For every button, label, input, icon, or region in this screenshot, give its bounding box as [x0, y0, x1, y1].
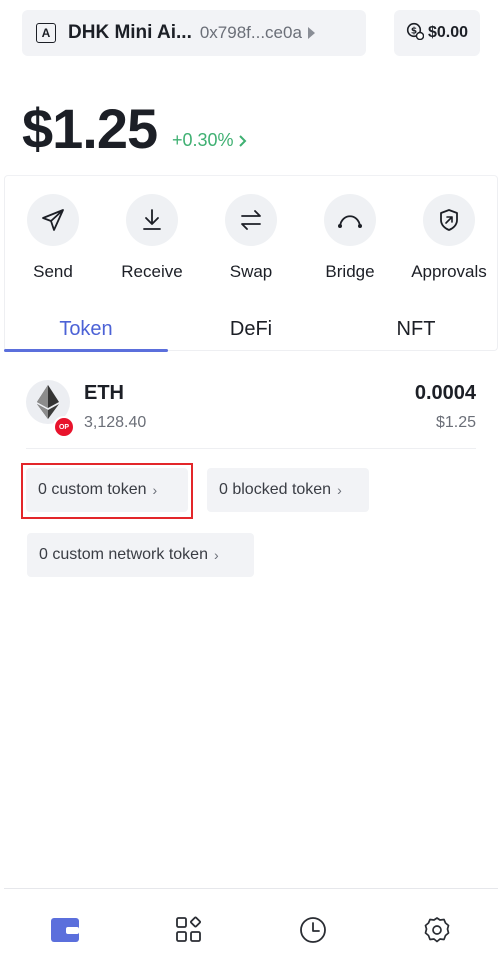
nav-apps[interactable]: [169, 910, 209, 950]
nav-divider: [4, 888, 498, 889]
token-row-eth[interactable]: OP ETH 3,128.40 0.0004 $1.25: [22, 376, 480, 440]
blocked-token-label: 0 blocked token: [219, 481, 332, 498]
approvals-button[interactable]: Approvals: [399, 194, 499, 282]
token-usd-value: $1.25: [435, 414, 476, 431]
custom-network-token-button[interactable]: 0 custom network token ›: [27, 533, 254, 577]
total-balance: $1.25: [22, 97, 158, 160]
account-address: 0x798f...ce0a: [199, 23, 302, 42]
chevron-right-icon: ›: [337, 482, 342, 498]
gas-balance-button[interactable]: $ $0.00: [394, 10, 480, 56]
asset-tabs: Token DeFi NFT: [4, 306, 498, 352]
bottom-nav: [0, 904, 500, 956]
gas-coin-icon: $: [406, 22, 425, 45]
approvals-label: Approvals: [411, 262, 487, 281]
wallet-icon: [51, 918, 79, 942]
highlight-box: [21, 463, 193, 519]
gas-balance-value: $0.00: [427, 24, 469, 41]
tab-nft[interactable]: NFT: [334, 306, 498, 352]
active-tab-indicator: [4, 349, 168, 352]
account-avatar: A: [36, 23, 56, 43]
bridge-button[interactable]: Bridge: [300, 194, 400, 282]
bridge-icon: [324, 194, 376, 246]
receive-label: Receive: [121, 262, 183, 281]
nav-settings[interactable]: [417, 910, 457, 950]
bridge-label: Bridge: [325, 262, 375, 281]
chevron-right-icon: ›: [213, 547, 219, 563]
swap-icon: [225, 194, 277, 246]
tab-defi[interactable]: DeFi: [169, 306, 333, 352]
apps-icon: [176, 916, 201, 942]
swap-label: Swap: [229, 262, 273, 281]
tab-token[interactable]: Token: [4, 306, 168, 352]
swap-button[interactable]: Swap: [201, 194, 301, 282]
balance-change[interactable]: +0.30%: [172, 130, 248, 151]
action-bar: Send Receive Swap Bridge Approvals: [0, 194, 500, 284]
receive-button[interactable]: Receive: [102, 194, 202, 282]
chevron-right-icon: [238, 134, 246, 147]
send-label: Send: [33, 262, 73, 281]
history-icon: [300, 917, 326, 943]
caret-right-icon: [307, 27, 315, 39]
receive-icon: [126, 194, 178, 246]
send-button[interactable]: Send: [3, 194, 103, 282]
account-selector[interactable]: A DHK Mini Ai... 0x798f...ce0a: [22, 10, 366, 56]
send-icon: [27, 194, 79, 246]
approvals-icon: [423, 194, 475, 246]
divider: [26, 448, 476, 449]
token-price: 3,128.40: [84, 414, 147, 431]
settings-icon: [424, 917, 450, 943]
op-chain-badge: OP: [53, 416, 75, 438]
token-symbol: ETH: [84, 382, 124, 404]
balance-change-value: +0.30%: [172, 130, 234, 150]
blocked-token-button[interactable]: 0 blocked token ›: [207, 468, 369, 512]
account-name: DHK Mini Ai...: [68, 22, 192, 43]
nav-history[interactable]: [293, 910, 333, 950]
custom-network-token-label: 0 custom network token: [39, 546, 208, 563]
nav-wallet[interactable]: [45, 910, 85, 950]
token-amount: 0.0004: [414, 382, 476, 404]
